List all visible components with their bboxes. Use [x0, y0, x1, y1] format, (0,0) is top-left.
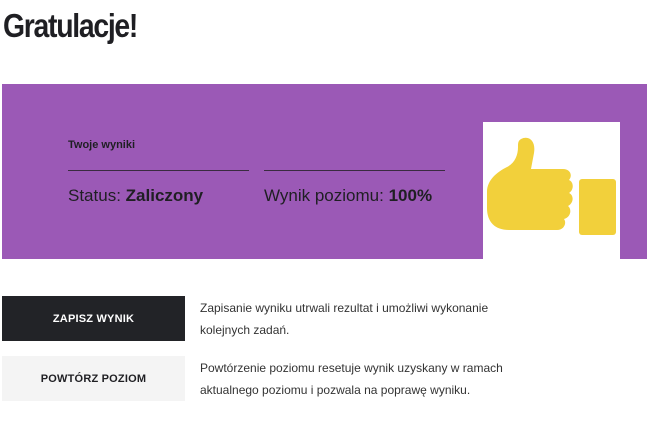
results-banner: Twoje wyniki Status: Zaliczony Wynik poz…	[2, 84, 647, 259]
score-label: Wynik poziomu:	[264, 186, 384, 205]
status-readout: Status: Zaliczony	[68, 186, 203, 206]
page-title: Gratulacje!	[3, 7, 138, 44]
divider	[264, 170, 445, 171]
results-heading: Twoje wyniki	[68, 139, 136, 151]
status-label: Status:	[68, 186, 121, 205]
thumbs-up-icon	[483, 122, 620, 259]
divider	[68, 170, 249, 171]
score-value: 100%	[388, 186, 433, 205]
retry-level-button[interactable]: POWTÓRZ POZIOM	[2, 356, 185, 401]
status-value: Zaliczony	[125, 186, 204, 205]
save-result-button[interactable]: ZAPISZ WYNIK	[2, 296, 185, 341]
score-readout: Wynik poziomu: 100%	[264, 186, 432, 206]
save-result-description: Zapisanie wyniku utrwali rezultat i umoż…	[200, 301, 489, 337]
retry-level-description: Powtórzenie poziomu resetuje wynik uzysk…	[200, 361, 503, 397]
